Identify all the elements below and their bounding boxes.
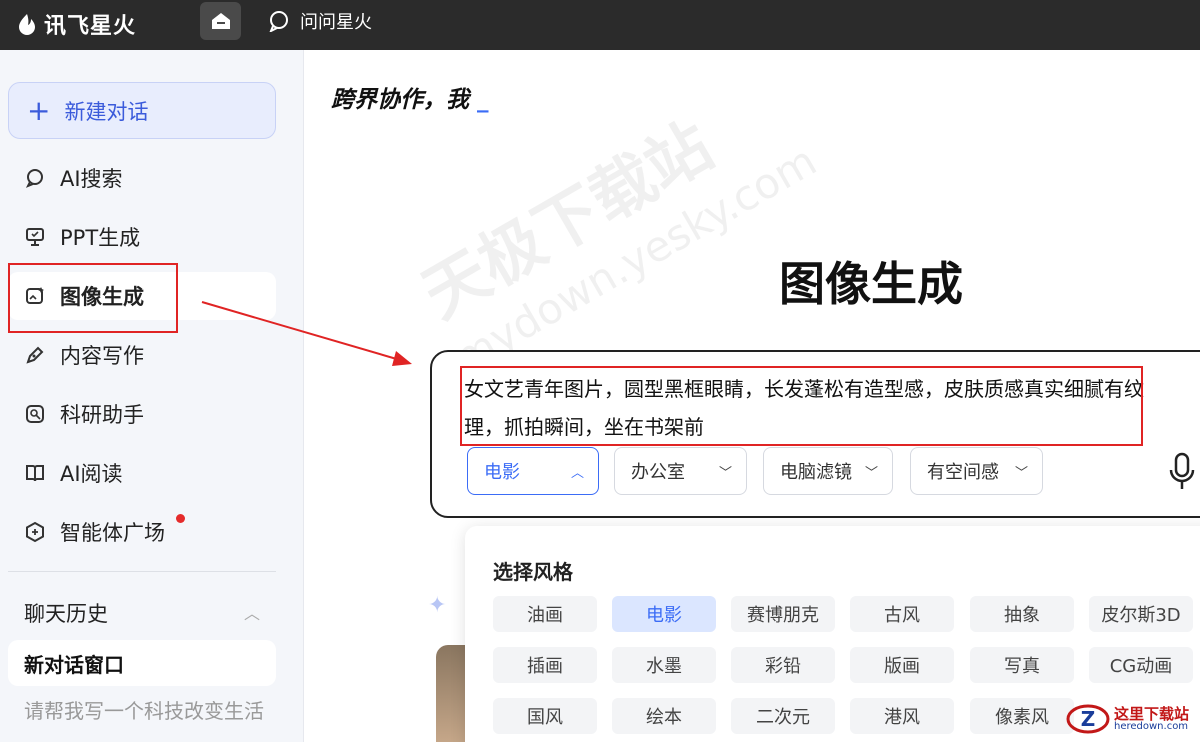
search-chat-icon [25,169,43,188]
sidebar-item-label: 科研助手 [60,403,144,427]
chat-bubble-icon [269,11,288,32]
agent-icon [26,521,44,543]
style-option[interactable]: 抽象 [970,596,1074,632]
style-option[interactable]: 绘本 [612,698,716,734]
sidebar-item-agents[interactable]: 智能体广场 [8,508,276,556]
style-option[interactable]: 水墨 [612,647,716,683]
tagline: 跨界协作，我 _ [331,80,489,114]
style-option[interactable]: 写真 [970,647,1074,683]
chip-label: 电影 [484,462,520,483]
sidebar-item-writing[interactable]: 内容写作 [8,331,276,379]
history-title: 聊天历史 [24,602,108,626]
sidebar-item-ai-search[interactable]: AI搜索 [8,154,276,202]
watermark-en: mydown.yesky.com [445,135,825,384]
site-logo-cn: 这里下载站 [1114,704,1190,723]
new-chat-label: 新建对话 [64,99,149,124]
style-panel-title: 选择风格 [493,560,573,584]
annotation-highlight-prompt [460,366,1143,446]
site-logo-en: heredown.com [1114,720,1189,732]
spark-logo-icon [19,14,35,35]
sidebar-item-label: 智能体广场 [60,521,165,545]
watermark-cn: 天极下载站 [410,109,726,334]
divider [8,571,276,572]
style-option[interactable]: 油画 [493,596,597,632]
plus-icon: + [27,93,51,127]
ask-spark-link[interactable]: 问问星火 [268,8,372,34]
style-option[interactable]: 像素风 [970,698,1074,734]
page-title: 图像生成 [779,257,963,311]
sidebar-item-label: AI搜索 [60,167,123,191]
style-option[interactable]: 彩铅 [731,647,835,683]
sparkle-icon: ✦ [428,593,447,618]
brand-name: 讯飞星火 [44,14,137,39]
sidebar-item-label: PPT生成 [60,226,141,250]
new-chat-button[interactable]: + 新建对话 [8,82,276,139]
chip-label: 办公室 [631,462,685,483]
sidebar-item-reading[interactable]: AI阅读 [8,449,276,497]
history-item[interactable]: 请帮我写一个科技改变生活 [24,695,272,724]
svg-text:Z: Z [1081,707,1096,731]
chip-label: 有空间感 [927,462,999,483]
sidebar-item-research[interactable]: 科研助手 [8,390,276,438]
site-logo-text: 这里下载站 heredown.com [1114,704,1190,732]
ask-spark-label: 问问星火 [300,12,372,33]
style-option[interactable]: 皮尔斯3D [1089,596,1193,632]
home-icon [211,13,230,29]
style-chip[interactable]: 电影 ︿ [467,447,599,495]
sidebar-item-label: AI阅读 [60,462,123,486]
annotation-highlight-image-gen [8,263,178,333]
style-option[interactable]: 版画 [850,647,954,683]
typing-cursor: _ [477,87,489,113]
chevron-down-icon: ﹀ [1014,465,1028,481]
tagline-text: 跨界协作，我 [331,87,469,113]
chevron-up-icon: ︿ [570,465,584,481]
style-option[interactable]: 国风 [493,698,597,734]
style-option[interactable]: 插画 [493,647,597,683]
notification-dot [176,514,185,523]
image-preview[interactable] [436,645,466,742]
style-option[interactable]: 港风 [850,698,954,734]
style-option-selected[interactable]: 电影 [612,596,716,632]
pen-icon [26,346,44,364]
style-option[interactable]: 赛博朋克 [731,596,835,632]
chevron-down-icon: ﹀ [718,465,732,481]
brand[interactable]: 讯飞星火 [16,8,136,40]
chevron-down-icon: ﹀ [864,465,878,481]
style-option[interactable]: 古风 [850,596,954,632]
book-icon [26,465,44,482]
research-icon [26,405,44,423]
top-bar: 讯飞星火 问问星火 [0,0,1200,50]
ppt-icon [26,228,44,246]
scene-chip[interactable]: 办公室 ﹀ [614,447,747,495]
composition-chip[interactable]: 有空间感 ﹀ [910,447,1043,495]
site-logo: Z 这里下载站 heredown.com [1066,703,1189,735]
site-logo-icon: Z [1066,704,1110,734]
filter-chip[interactable]: 电脑滤镜 ﹀ [763,447,893,495]
style-option[interactable]: CG动画 [1089,647,1193,683]
history-item[interactable]: 新对话窗口 [8,640,276,686]
sidebar-item-label: 内容写作 [60,344,144,368]
style-option[interactable]: 二次元 [731,698,835,734]
microphone-icon[interactable] [1167,452,1197,492]
sidebar-item-ppt[interactable]: PPT生成 [8,213,276,261]
chevron-up-icon[interactable]: ︿ [244,600,260,624]
chip-label: 电脑滤镜 [780,462,852,483]
home-button[interactable] [200,2,241,40]
sidebar: + 新建对话 AI搜索 PPT生成 图像生成 内容写作 科研助手 AI阅读 智能… [0,50,304,742]
